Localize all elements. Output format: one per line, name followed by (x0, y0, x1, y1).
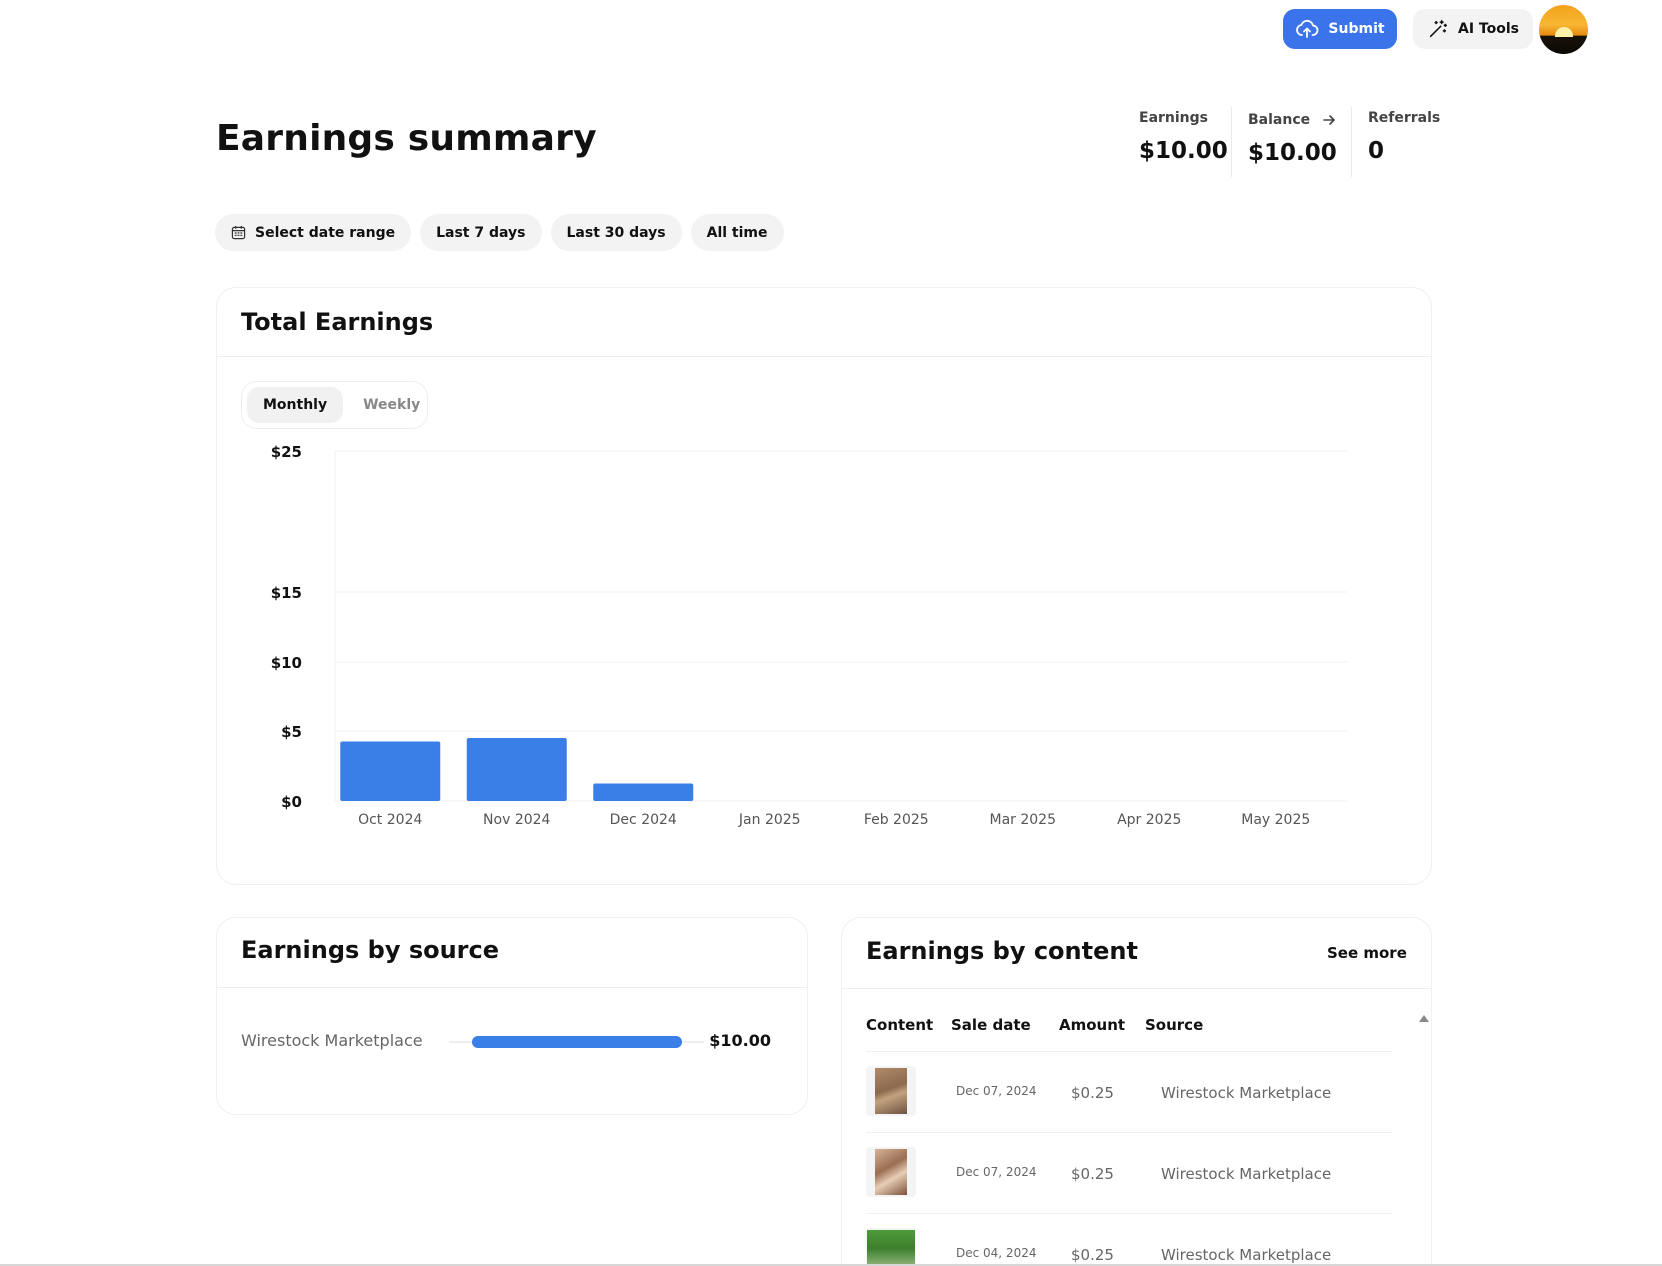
x-tick-label: Dec 2024 (610, 812, 677, 828)
scroll-up-arrow-icon[interactable] (1419, 1015, 1429, 1022)
see-more-link[interactable]: See more (1327, 944, 1407, 962)
y-tick-label: $15 (271, 584, 302, 602)
balance-stat-value: $10.00 (1248, 140, 1337, 166)
avatar[interactable] (1539, 5, 1588, 54)
source-amount: $10.00 (709, 1031, 771, 1050)
x-tick-label: Jan 2025 (738, 812, 801, 828)
chart-bar (466, 738, 567, 801)
sale-date: Dec 07, 2024 (956, 1084, 1037, 1098)
calendar-icon (231, 225, 246, 240)
source: Wirestock Marketplace (1161, 1165, 1332, 1183)
column-header-source: Source (1145, 1016, 1204, 1034)
earnings-by-source-card: Earnings by source Wirestock Marketplace… (216, 917, 808, 1115)
ai-tools-label: AI Tools (1458, 21, 1519, 37)
y-tick-label: $10 (271, 654, 302, 672)
table-row[interactable]: Dec 07, 2024 $0.25 Wirestock Marketplace (866, 1133, 1393, 1214)
earnings-bar-chart: $0 $5 $10 $15 $25 Oct 2024 Nov 2024 Dec 2024 Jan… (271, 443, 1347, 828)
x-tick-label: Oct 2024 (358, 812, 422, 828)
table-row[interactable]: Dec 07, 2024 $0.25 Wirestock Marketplace (866, 1052, 1393, 1133)
upload-cloud-icon (1296, 19, 1319, 38)
referrals-stat: Referrals 0 (1368, 110, 1440, 164)
select-date-range-button[interactable]: Select date range (215, 214, 412, 251)
amount: $0.25 (1071, 1246, 1114, 1264)
table-row[interactable]: Dec 04, 2024 $0.25 Wirestock Marketplace (866, 1214, 1393, 1266)
earnings-stat-value: $10.00 (1139, 138, 1228, 164)
amount: $0.25 (1071, 1084, 1114, 1102)
source: Wirestock Marketplace (1161, 1246, 1332, 1264)
last-30-days-button[interactable]: Last 30 days (550, 214, 682, 251)
submit-button[interactable]: Submit (1283, 9, 1397, 49)
arrow-right-icon[interactable] (1322, 113, 1336, 127)
card-divider (217, 987, 807, 988)
card-divider (842, 988, 1431, 989)
x-tick-label: Apr 2025 (1117, 812, 1181, 828)
y-tick-label: $0 (281, 793, 302, 811)
sale-date: Dec 04, 2024 (956, 1246, 1037, 1260)
column-header-amount: Amount (1059, 1016, 1126, 1034)
column-header-sale-date: Sale date (951, 1016, 1031, 1034)
x-tick-label: May 2025 (1241, 812, 1310, 828)
submit-label: Submit (1328, 21, 1385, 37)
chart-bar (593, 783, 694, 801)
content-thumbnail[interactable] (866, 1066, 916, 1116)
stat-divider (1231, 107, 1232, 177)
chart-bar (340, 741, 441, 801)
x-tick-label: Mar 2025 (990, 812, 1057, 828)
top-bar: Submit AI Tools (0, 0, 1662, 60)
date-filters: Select date range Last 7 days Last 30 da… (215, 214, 784, 251)
stat-divider (1351, 107, 1352, 177)
x-tick-label: Feb 2025 (864, 812, 929, 828)
balance-stat-label: Balance (1248, 112, 1311, 128)
page-title: Earnings summary (216, 118, 597, 159)
earnings-stat: Earnings $10.00 (1139, 110, 1228, 164)
earnings-by-content-title: Earnings by content (866, 937, 1138, 965)
last-7-days-button[interactable]: Last 7 days (420, 214, 542, 251)
y-tick-label: $5 (281, 723, 302, 741)
column-header-content: Content (866, 1016, 934, 1034)
sale-date: Dec 07, 2024 (956, 1165, 1037, 1179)
magic-wand-icon (1429, 19, 1448, 38)
referrals-stat-value: 0 (1368, 138, 1385, 164)
content-thumbnail[interactable] (866, 1147, 916, 1197)
y-tick-label: $25 (271, 443, 302, 461)
referrals-stat-label: Referrals (1368, 110, 1441, 126)
select-date-range-label: Select date range (255, 224, 396, 241)
content-thumbnail[interactable] (866, 1228, 916, 1266)
ai-tools-button[interactable]: AI Tools (1413, 9, 1533, 49)
source: Wirestock Marketplace (1161, 1084, 1332, 1102)
all-time-button[interactable]: All time (690, 214, 784, 251)
balance-stat[interactable]: Balance $10.00 (1248, 112, 1337, 166)
earnings-by-source-title: Earnings by source (241, 936, 500, 964)
total-earnings-card: Total Earnings Monthly Weekly $0 $5 $10 $15… (216, 287, 1432, 885)
earnings-by-content-card: Earnings by content See more Content Sal… (841, 917, 1432, 1266)
x-tick-label: Nov 2024 (483, 812, 550, 828)
earnings-stat-label: Earnings (1139, 110, 1209, 126)
source-bar (472, 1036, 682, 1048)
source-row: Wirestock Marketplace $10.00 (241, 1027, 771, 1057)
amount: $0.25 (1071, 1165, 1114, 1183)
source-name: Wirestock Marketplace (241, 1031, 423, 1050)
